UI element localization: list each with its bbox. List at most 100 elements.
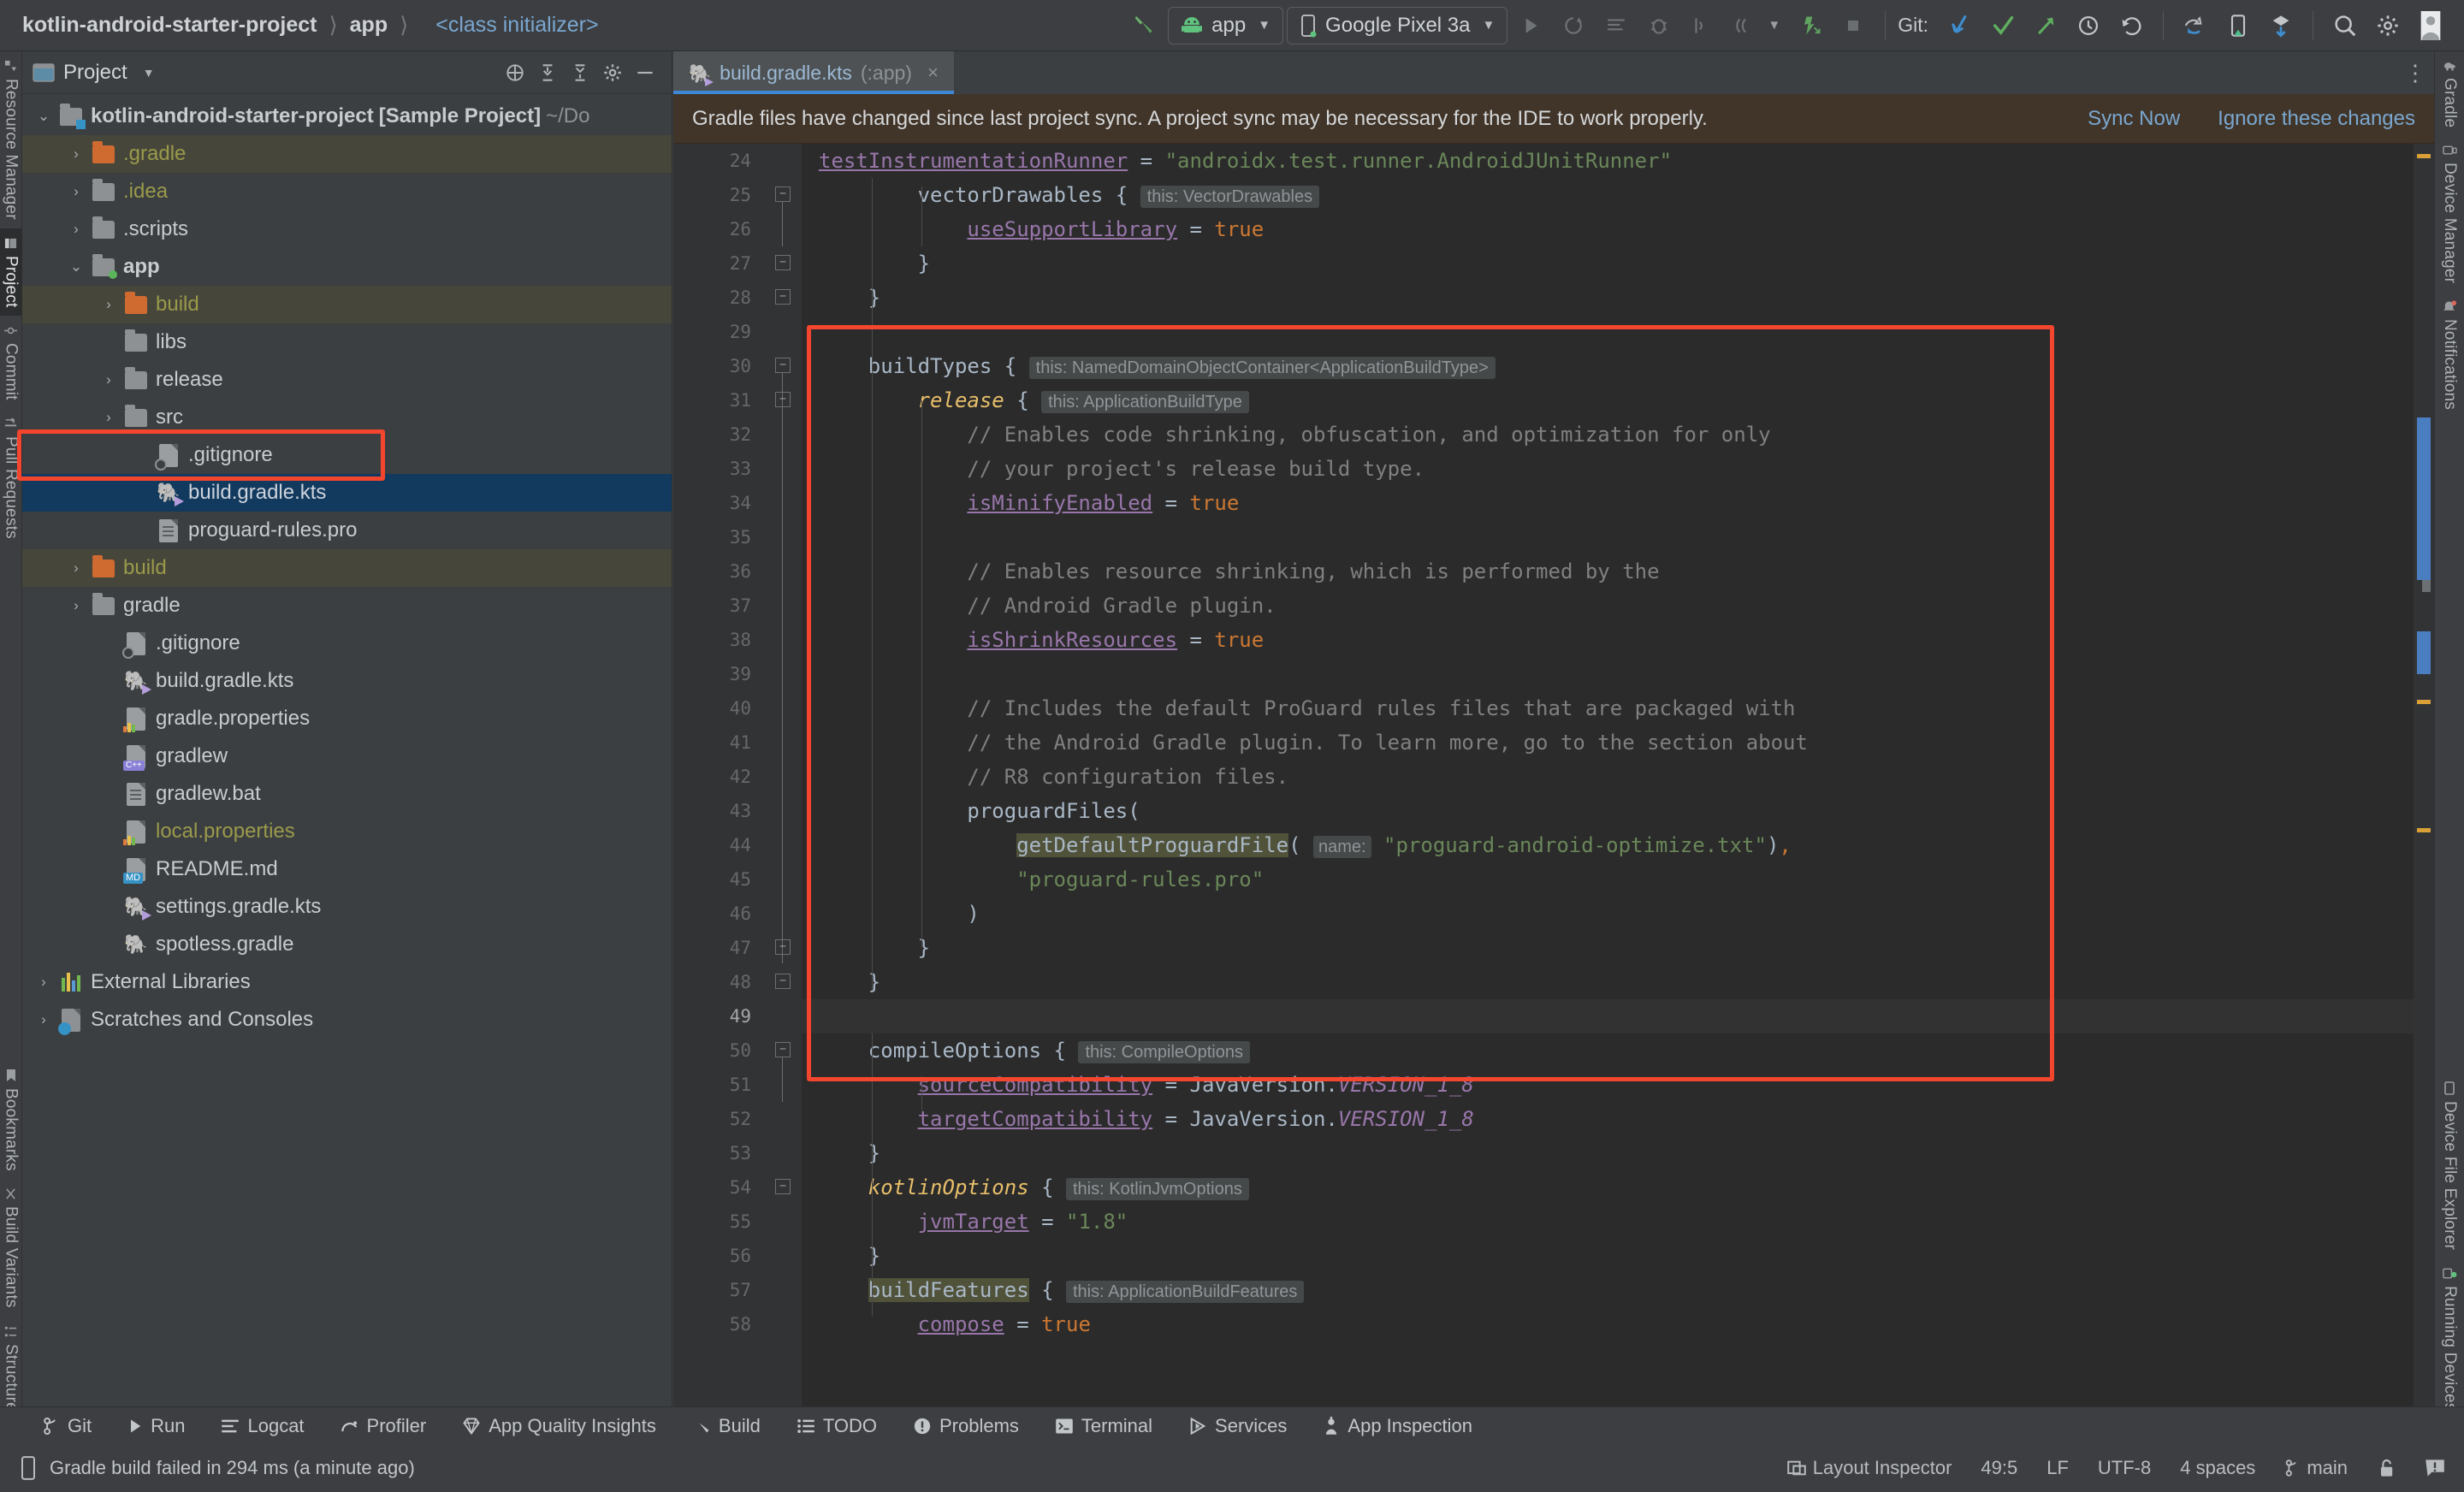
sidebar-item-running-devices[interactable]: Running Devices [2438,1258,2461,1420]
line-separator[interactable]: LF [2046,1457,2069,1479]
tab-build-gradle-kts[interactable]: 🐘 build.gradle.kts (:app) × [673,51,954,94]
expand-arrow-icon[interactable]: › [31,974,56,991]
code-content[interactable]: testInstrumentationRunner = "androidx.te… [802,144,2434,1420]
tool-window-app-inspection[interactable]: App Inspection [1323,1415,1472,1437]
step-icon[interactable] [1682,6,1721,45]
expand-arrow-icon[interactable]: › [63,145,89,163]
breadcrumb-project[interactable]: kotlin-android-starter-project [22,13,317,38]
run-configuration-selector[interactable]: app ▼ [1168,6,1284,44]
notification-balloon-icon[interactable] [2425,1459,2445,1477]
tree-row-src[interactable]: › src [22,399,672,436]
tree-row-gradlew[interactable]: C++ gradlew [22,737,672,775]
fold-marker[interactable]: − [775,358,791,373]
expand-all-icon[interactable] [531,56,564,89]
tool-window-services[interactable]: Services [1188,1415,1287,1437]
tool-window-app-quality-insights[interactable]: App Quality Insights [462,1415,656,1437]
sidebar-item-resource-manager[interactable]: Resource Manager [0,51,22,228]
editor-marker-bar[interactable] [2414,144,2434,1420]
fold-marker[interactable]: − [775,939,791,955]
change-marker[interactable] [2417,631,2431,674]
expand-arrow-icon[interactable]: › [63,560,89,577]
tree-row-local-properties[interactable]: local.properties [22,813,672,850]
file-encoding[interactable]: UTF-8 [2098,1457,2151,1479]
warning-marker[interactable] [2417,154,2431,158]
hide-panel-icon[interactable] [629,56,661,89]
tool-window-git[interactable]: Git [43,1415,92,1437]
logcat-icon[interactable] [1596,6,1636,45]
unlocked-icon[interactable] [2377,1458,2396,1478]
expand-arrow-icon[interactable]: ⌄ [31,108,56,125]
settings-icon[interactable] [596,56,629,89]
expand-arrow-icon[interactable]: › [63,597,89,614]
sidebar-item-commit[interactable]: Commit [0,316,22,409]
tree-row-dot-scripts[interactable]: › .scripts [22,210,672,248]
tool-window-build[interactable]: Build [692,1415,761,1437]
tree-row-gradle-folder[interactable]: › gradle [22,587,672,625]
chevron-down-icon[interactable]: ▼ [143,66,155,80]
coverage-icon[interactable] [1725,6,1764,45]
debug-icon[interactable] [1639,6,1679,45]
tree-row-project-root[interactable]: ⌄ kotlin-android-starter-project [Sample… [22,98,672,135]
git-push-icon[interactable] [2026,6,2065,45]
sidebar-item-device-manager[interactable]: Device Manager [2438,136,2461,292]
fold-marker[interactable]: − [775,186,791,202]
occurrence-marker[interactable] [2422,580,2431,592]
sidebar-item-structure[interactable]: Structure [0,1317,22,1420]
fold-marker[interactable]: − [775,255,791,270]
chevron-down-icon[interactable]: ▼ [1768,18,1780,33]
tool-window-todo[interactable]: TODO [797,1415,877,1437]
caret-position[interactable]: 49:5 [1981,1457,2017,1479]
warning-marker[interactable] [2417,828,2431,832]
code-folding-column[interactable]: − − − − − − − − − [763,144,802,1420]
tree-row-settings-gradle-kts[interactable]: 🐘 settings.gradle.kts [22,888,672,926]
sidebar-item-pull-requests[interactable]: Pull Requests [0,409,22,548]
fold-marker[interactable]: − [775,289,791,305]
run-icon[interactable] [1511,6,1550,45]
tree-row-root-build-gradle-kts[interactable]: 🐘 build.gradle.kts [22,662,672,700]
layout-inspector-button[interactable]: Layout Inspector [1786,1457,1952,1479]
indent-setting[interactable]: 4 spaces [2180,1457,2255,1479]
project-file-tree[interactable]: ⌄ kotlin-android-starter-project [Sample… [22,94,672,1039]
ignore-changes-link[interactable]: Ignore these changes [2218,107,2415,131]
sync-now-link[interactable]: Sync Now [2088,107,2180,131]
tree-row-gradle-properties[interactable]: gradle.properties [22,700,672,737]
user-account-icon[interactable] [2411,6,2450,45]
tree-row-dot-gradle[interactable]: › .gradle [22,135,672,173]
sync-gradle-icon[interactable] [2176,6,2215,45]
sidebar-item-gradle[interactable]: Gradle [2438,51,2461,136]
fold-marker[interactable]: − [775,1042,791,1057]
close-icon[interactable]: × [927,62,939,84]
search-everywhere-icon[interactable] [2325,6,2365,45]
tree-row-app-build-gradle-kts[interactable]: 🐘 build.gradle.kts [22,474,672,512]
sidebar-item-bookmarks[interactable]: Bookmarks [0,1060,22,1180]
expand-arrow-icon[interactable]: › [96,371,121,388]
expand-arrow-icon[interactable]: › [31,1011,56,1028]
git-commit-check-icon[interactable] [1983,6,2023,45]
tree-row-app[interactable]: ⌄ app [22,248,672,286]
git-branch-widget[interactable]: main [2284,1457,2348,1479]
git-rollback-icon[interactable] [2112,6,2151,45]
apply-changes-icon[interactable] [1554,6,1593,45]
tree-row-libs[interactable]: libs [22,323,672,361]
tree-row-proguard-rules[interactable]: proguard-rules.pro [22,512,672,549]
fold-marker[interactable]: − [775,1179,791,1194]
tree-row-external-libraries[interactable]: › External Libraries [22,963,672,1001]
collapse-all-icon[interactable] [564,56,596,89]
tool-window-problems[interactable]: Problems [913,1415,1019,1437]
locate-file-icon[interactable] [499,56,531,89]
tree-row-scratches-consoles[interactable]: › Scratches and Consoles [22,1001,672,1039]
settings-gear-icon[interactable] [2368,6,2408,45]
sidebar-item-project[interactable]: Project [0,228,22,317]
warning-marker[interactable] [2417,700,2431,704]
code-editor[interactable]: 24 25 26 27 28 29 30 31 32 33 34 35 36 3… [673,144,2434,1420]
device-selector[interactable]: Google Pixel 3a ▼ [1287,6,1508,44]
git-history-icon[interactable] [2069,6,2108,45]
change-marker[interactable] [2417,417,2431,580]
expand-arrow-icon[interactable]: › [96,296,121,313]
git-update-icon[interactable] [1940,6,1980,45]
tree-row-root-build[interactable]: › build [22,549,672,587]
expand-arrow-icon[interactable]: › [63,221,89,238]
expand-arrow-icon[interactable]: › [96,409,121,426]
tool-window-profiler[interactable]: Profiler [341,1415,426,1437]
build-hammer-icon[interactable] [1125,6,1164,45]
